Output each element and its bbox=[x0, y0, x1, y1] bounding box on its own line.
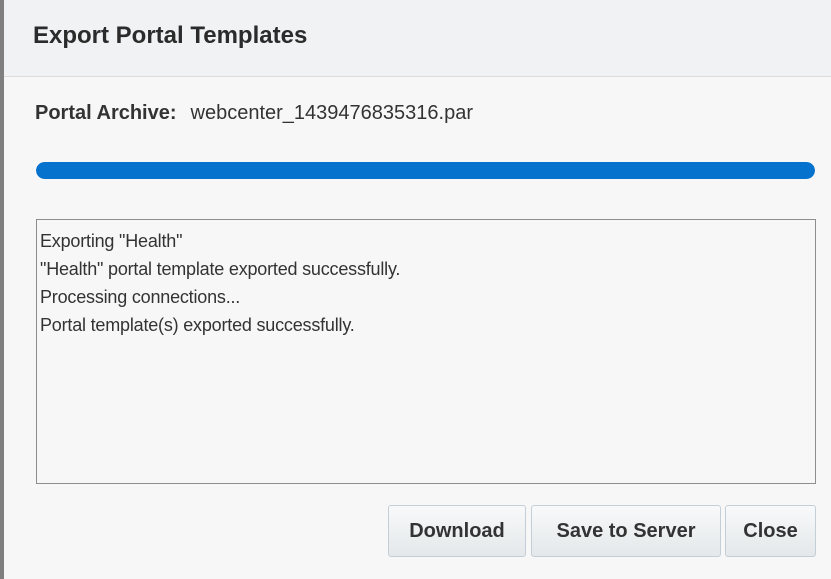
log-line: Processing connections... bbox=[40, 287, 241, 307]
export-log-textarea[interactable]: Exporting "Health" "Health" portal templ… bbox=[36, 219, 816, 484]
dialog-title-bar: Export Portal Templates bbox=[4, 0, 831, 77]
dialog-title: Export Portal Templates bbox=[33, 22, 308, 49]
log-line: "Health" portal template exported succes… bbox=[40, 259, 401, 279]
log-line: Exporting "Health" bbox=[40, 231, 183, 251]
save-to-server-button[interactable]: Save to Server bbox=[531, 505, 721, 557]
log-line: Portal template(s) exported successfully… bbox=[40, 315, 355, 335]
portal-archive-label: Portal Archive: bbox=[35, 102, 177, 124]
close-button[interactable]: Close bbox=[725, 505, 816, 557]
portal-archive-filename: webcenter_1439476835316.par bbox=[190, 102, 473, 124]
export-progress-bar bbox=[36, 162, 815, 179]
export-progress-fill bbox=[36, 162, 815, 179]
export-dialog: Export Portal Templates Portal Archive: w… bbox=[0, 0, 831, 579]
download-button[interactable]: Download bbox=[388, 505, 526, 557]
portal-archive-row: Portal Archive: webcenter_1439476835316.p… bbox=[35, 102, 473, 125]
